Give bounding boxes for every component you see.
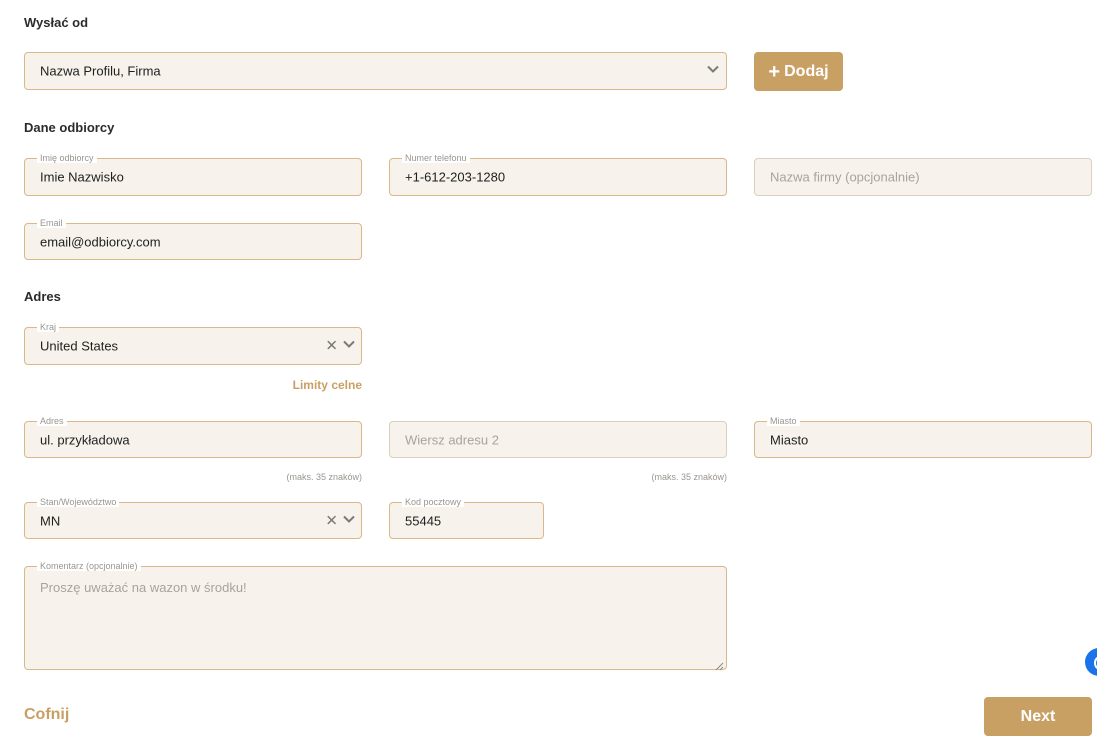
company-field[interactable]: Nazwa firmy (opcjonalnie) xyxy=(754,158,1092,196)
send-from-value: Nazwa Profilu, Firma xyxy=(40,63,161,79)
recipient-name-value: Imie Nazwisko xyxy=(40,169,124,185)
address-title: Adres xyxy=(24,289,61,304)
state-select[interactable]: Stan/Województwo MN ✕ xyxy=(24,497,362,539)
comment-placeholder: Proszę uważać na wazon w środku! xyxy=(40,580,247,595)
clear-icon[interactable]: ✕ xyxy=(325,339,338,354)
zip-field[interactable]: Kod pocztowy 55445 xyxy=(389,497,544,539)
address-line2-field[interactable]: Wiersz adresu 2 xyxy=(389,421,727,458)
city-label: Miasto xyxy=(767,416,800,426)
customs-limits-link[interactable]: Limity celne xyxy=(262,378,362,392)
zip-label: Kod pocztowy xyxy=(402,497,465,507)
country-select[interactable]: Kraj United States ✕ xyxy=(24,322,362,365)
phone-field[interactable]: Numer telefonu +1-612-203-1280 xyxy=(389,153,727,196)
chevron-down-icon[interactable] xyxy=(707,63,719,75)
recipient-title: Dane odbiorcy xyxy=(24,120,115,135)
chevron-down-icon[interactable] xyxy=(343,338,355,350)
send-from-title: Wysłać od xyxy=(24,15,89,30)
resize-handle-icon[interactable] xyxy=(715,658,724,671)
country-label: Kraj xyxy=(37,322,60,332)
chat-widget-button[interactable] xyxy=(1085,648,1097,676)
phone-label: Numer telefonu xyxy=(402,153,470,163)
recipient-name-label: Imię odbiorcy xyxy=(37,153,97,163)
zip-value: 55445 xyxy=(405,513,442,528)
clear-icon[interactable]: ✕ xyxy=(325,513,338,528)
email-label: Email xyxy=(37,218,66,228)
plus-icon: + xyxy=(768,60,781,83)
address-line1-label: Adres xyxy=(37,416,67,426)
state-value: MN xyxy=(40,513,61,528)
phone-value: +1-612-203-1280 xyxy=(405,169,506,185)
city-field[interactable]: Miasto Miasto xyxy=(754,416,1092,458)
send-from-select[interactable]: Nazwa Profilu, Firma xyxy=(24,52,727,90)
add-profile-button[interactable]: + Dodaj xyxy=(754,52,843,91)
city-value: Miasto xyxy=(770,432,809,447)
next-button[interactable]: Next xyxy=(984,697,1092,736)
comment-label: Komentarz (opcjonalnie) xyxy=(37,561,141,571)
back-button[interactable]: Cofnij xyxy=(24,706,69,724)
comment-textarea[interactable]: Komentarz (opcjonalnie) Proszę uważać na… xyxy=(24,561,727,671)
address-line1-field[interactable]: Adres ul. przykładowa xyxy=(24,416,362,458)
address-line2-hint: (maks. 35 znaków) xyxy=(651,472,727,482)
email-field[interactable]: Email email@odbiorcy.com xyxy=(24,218,362,260)
country-value: United States xyxy=(40,338,119,354)
address-line1-value: ul. przykładowa xyxy=(40,432,130,447)
add-button-label: Dodaj xyxy=(784,62,829,80)
email-value: email@odbiorcy.com xyxy=(40,234,161,249)
recipient-name-field[interactable]: Imię odbiorcy Imie Nazwisko xyxy=(24,153,362,196)
chevron-down-icon[interactable] xyxy=(343,513,355,525)
address-line2-placeholder: Wiersz adresu 2 xyxy=(405,432,499,447)
address-line1-hint: (maks. 35 znaków) xyxy=(286,472,362,482)
company-placeholder: Nazwa firmy (opcjonalnie) xyxy=(770,169,920,185)
state-label: Stan/Województwo xyxy=(37,497,120,507)
